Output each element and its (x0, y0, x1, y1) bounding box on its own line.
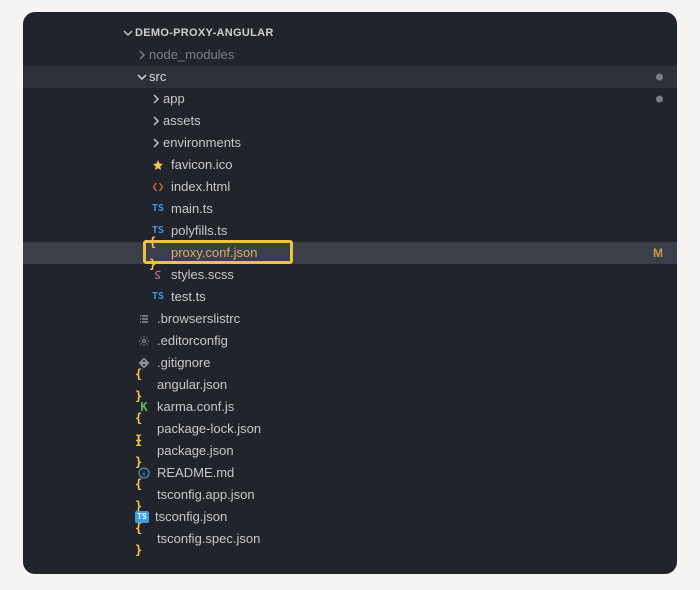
folder-node-modules[interactable]: node_modules (23, 44, 677, 66)
file-label: tsconfig.spec.json (157, 528, 260, 550)
file-label: test.ts (171, 286, 206, 308)
modified-dot-icon (656, 74, 663, 81)
chevron-right-icon (149, 94, 163, 104)
file-label: proxy.conf.json (171, 242, 257, 264)
modified-dot-icon (656, 96, 663, 103)
gear-icon (135, 335, 153, 347)
folder-label: node_modules (149, 44, 234, 66)
scss-icon (149, 269, 167, 281)
folder-label: environments (163, 132, 241, 154)
file-label: tsconfig.app.json (157, 484, 255, 506)
file-label: README.md (157, 462, 234, 484)
file-favicon[interactable]: favicon.ico (23, 154, 677, 176)
file-browserslistrc[interactable]: .browserslistrc (23, 308, 677, 330)
folder-assets[interactable]: assets (23, 110, 677, 132)
folder-src[interactable]: src (23, 66, 677, 88)
file-styles-scss[interactable]: styles.scss (23, 264, 677, 286)
file-editorconfig[interactable]: .editorconfig (23, 330, 677, 352)
file-polyfills-ts[interactable]: TS polyfills.ts (23, 220, 677, 242)
html-icon (149, 181, 167, 193)
file-main-ts[interactable]: TS main.ts (23, 198, 677, 220)
file-label: .browserslistrc (157, 308, 240, 330)
file-label: package-lock.json (157, 418, 261, 440)
file-label: angular.json (157, 374, 227, 396)
file-label: index.html (171, 176, 230, 198)
file-explorer-panel: DEMO-PROXY-ANGULAR node_modules src app … (23, 12, 677, 574)
chevron-right-icon (149, 116, 163, 126)
file-proxy-conf-json[interactable]: { } proxy.conf.json M (23, 242, 677, 264)
file-readme-md[interactable]: README.md (23, 462, 677, 484)
chevron-right-icon (135, 50, 149, 60)
folder-app[interactable]: app (23, 88, 677, 110)
json-braces-icon: { } (135, 517, 153, 561)
file-label: .editorconfig (157, 330, 228, 352)
git-modified-badge: M (653, 242, 663, 264)
file-label: karma.conf.js (157, 396, 234, 418)
file-tsconfig-spec-json[interactable]: { } tsconfig.spec.json (23, 528, 677, 550)
folder-label: assets (163, 110, 201, 132)
file-label: .gitignore (157, 352, 210, 374)
file-package-json[interactable]: { } package.json (23, 440, 677, 462)
project-header[interactable]: DEMO-PROXY-ANGULAR (23, 22, 677, 44)
chevron-right-icon (149, 138, 163, 148)
file-tsconfig-app-json[interactable]: { } tsconfig.app.json (23, 484, 677, 506)
file-label: main.ts (171, 198, 213, 220)
folder-label: app (163, 88, 185, 110)
chevron-down-icon (121, 28, 135, 38)
ts-icon: TS (149, 198, 167, 220)
file-gitignore[interactable]: .gitignore (23, 352, 677, 374)
list-icon (135, 313, 153, 325)
file-index-html[interactable]: index.html (23, 176, 677, 198)
file-angular-json[interactable]: { } angular.json (23, 374, 677, 396)
chevron-down-icon (135, 72, 149, 82)
folder-label: src (149, 66, 166, 88)
file-label: polyfills.ts (171, 220, 227, 242)
file-label: tsconfig.json (155, 506, 227, 528)
file-label: package.json (157, 440, 234, 462)
file-label: styles.scss (171, 264, 234, 286)
project-name: DEMO-PROXY-ANGULAR (135, 22, 274, 44)
star-icon (149, 159, 167, 171)
file-package-lock-json[interactable]: { } package-lock.json (23, 418, 677, 440)
ts-icon: TS (149, 286, 167, 308)
folder-environments[interactable]: environments (23, 132, 677, 154)
file-karma-conf[interactable]: K karma.conf.js (23, 396, 677, 418)
file-tsconfig-json[interactable]: TS tsconfig.json (23, 506, 677, 528)
file-test-ts[interactable]: TS test.ts (23, 286, 677, 308)
file-label: favicon.ico (171, 154, 232, 176)
